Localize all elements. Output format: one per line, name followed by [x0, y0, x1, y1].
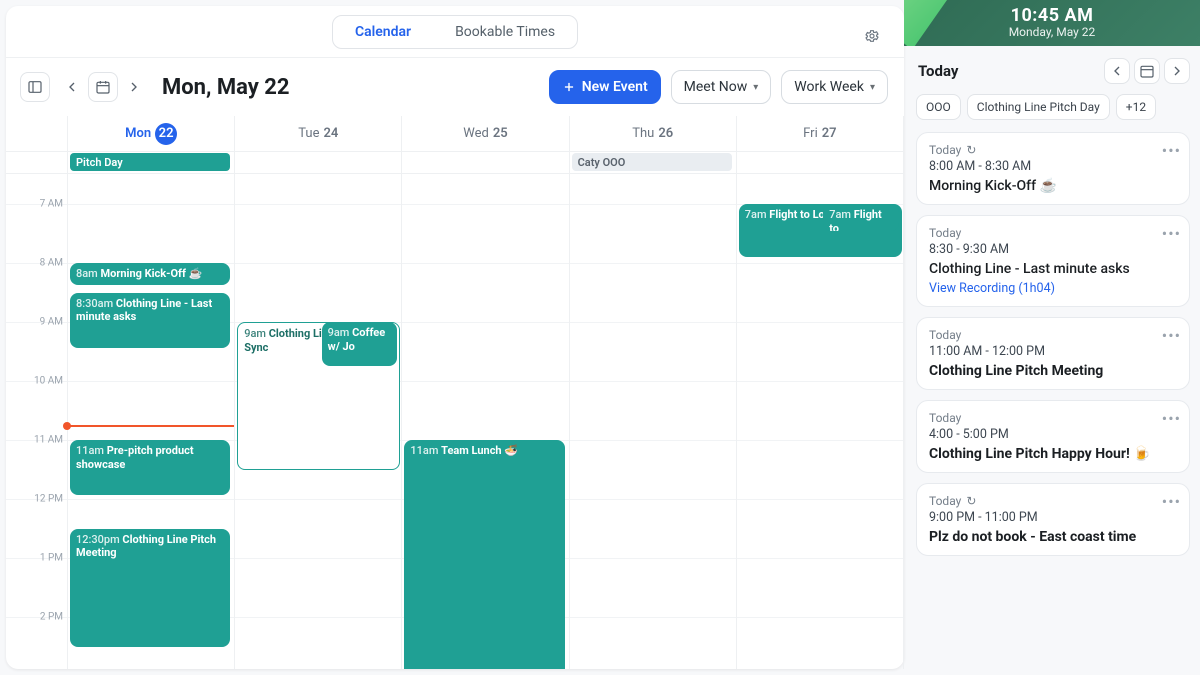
agenda-card[interactable]: •••Today 8:30 - 9:30 AM Clothing Line - La… [916, 215, 1190, 307]
card-title: Plz do not book - East coast time [929, 529, 1177, 545]
calendar-event[interactable]: 12:30pm Clothing Line Pitch Meeting [70, 529, 230, 647]
agenda-card[interactable]: •••Today ↻ 8:00 AM - 8:30 AM Morning Kick-… [916, 132, 1190, 205]
day-header[interactable]: Tue 24 [235, 116, 401, 152]
recurring-icon: ↻ [966, 143, 976, 157]
card-time: 9:00 PM - 11:00 PM [929, 510, 1177, 525]
more-icon[interactable]: ••• [1162, 326, 1181, 345]
sidebar-prev-icon[interactable] [1104, 58, 1130, 84]
card-label: Today [929, 411, 1177, 425]
tag-chips: OOOClothing Line Pitch Day+12 [916, 94, 1190, 120]
date-picker-icon[interactable] [88, 72, 118, 102]
card-title: Clothing Line Pitch Meeting [929, 363, 1177, 379]
tag-chip[interactable]: +12 [1116, 94, 1156, 120]
card-label: Today ↻ [929, 143, 1177, 157]
agenda-card[interactable]: •••Today 11:00 AM - 12:00 PM Clothing Line… [916, 317, 1190, 390]
next-icon[interactable] [122, 72, 146, 102]
clock-date: Monday, May 22 [1009, 25, 1096, 39]
allday-row [402, 152, 568, 174]
prev-icon[interactable] [60, 72, 84, 102]
card-time: 11:00 AM - 12:00 PM [929, 344, 1177, 359]
agenda-card[interactable]: •••Today 4:00 - 5:00 PM Clothing Line Pitc… [916, 400, 1190, 473]
allday-row: Pitch Day [68, 152, 234, 174]
meet-now-button[interactable]: Meet Now ▾ [671, 70, 772, 104]
sidebar-title: Today [918, 62, 1098, 80]
more-icon[interactable]: ••• [1162, 492, 1181, 511]
calendar-event[interactable]: 7am Flight to [823, 204, 899, 231]
hour-label: 7 AM [40, 199, 63, 210]
hour-label: 9 AM [40, 317, 63, 328]
sidebar-next-icon[interactable] [1164, 58, 1190, 84]
allday-event[interactable]: Pitch Day [70, 153, 230, 171]
view-selector-button[interactable]: Work Week ▾ [781, 70, 888, 104]
tag-chip[interactable]: OOO [916, 94, 961, 120]
hour-label: 2 PM [40, 612, 63, 623]
tag-chip[interactable]: Clothing Line Pitch Day [967, 94, 1110, 120]
card-title: Clothing Line - Last minute asks [929, 261, 1177, 277]
calendar-event[interactable]: 11am Team Lunch 🍜 [404, 440, 564, 669]
day-column[interactable]: Thu 26Caty OOO [570, 116, 737, 669]
day-header[interactable]: Mon 22 [68, 116, 234, 152]
chevron-down-icon: ▾ [753, 82, 758, 93]
view-label: Work Week [794, 79, 864, 95]
calendar-event[interactable]: 8am Morning Kick-Off ☕ [70, 263, 230, 285]
calendar-grid: 7 AM 8 AM 9 AM 10 AM 11 AM 12 PM 1 PM 2 PM Mon … [6, 116, 904, 669]
allday-event[interactable]: Caty OOO [572, 153, 732, 171]
agenda-card[interactable]: •••Today ↻ 9:00 PM - 11:00 PM Plz do not b… [916, 483, 1190, 556]
calendar-event[interactable]: 11am Pre-pitch product showcase [70, 440, 230, 495]
new-event-button[interactable]: New Event [549, 70, 661, 104]
hour-label: 11 AM [34, 435, 63, 446]
meet-now-label: Meet Now [684, 79, 748, 95]
hour-label: 1 PM [40, 553, 63, 564]
day-column[interactable]: Fri 277am Flight to Los Angeles7am Fligh… [737, 116, 904, 669]
hour-label: 8 AM [40, 258, 63, 269]
card-time: 4:00 - 5:00 PM [929, 427, 1177, 442]
chevron-down-icon: ▾ [870, 82, 875, 93]
clock-banner: 10:45 AM Monday, May 22 [904, 0, 1200, 46]
calendar-event[interactable]: 8:30am Clothing Line - Last minute asks [70, 293, 230, 348]
tab-calendar[interactable]: Calendar [333, 16, 433, 48]
card-title: Morning Kick-Off ☕ [929, 178, 1177, 194]
sidebar-toggle-icon[interactable] [20, 72, 50, 102]
more-icon[interactable]: ••• [1162, 141, 1181, 160]
card-label: Today [929, 226, 1177, 240]
recurring-icon: ↻ [966, 494, 976, 508]
card-time: 8:30 - 9:30 AM [929, 242, 1177, 257]
agenda-sidebar: 10:45 AM Monday, May 22 Today OOOClothin… [904, 0, 1200, 675]
tab-bookable[interactable]: Bookable Times [433, 16, 577, 48]
time-gutter: 7 AM 8 AM 9 AM 10 AM 11 AM 12 PM 1 PM 2 PM [6, 116, 68, 669]
day-column[interactable]: Tue 249am Clothing Line Design Sync9am C… [235, 116, 402, 669]
more-icon[interactable]: ••• [1162, 224, 1181, 243]
day-header[interactable]: Wed 25 [402, 116, 568, 152]
gear-icon[interactable] [864, 28, 886, 50]
day-column[interactable]: Mon 22Pitch Day 8am Morning Kick-Off ☕ 8:3… [68, 116, 235, 669]
allday-row [235, 152, 401, 174]
view-tabs: Calendar Bookable Times [6, 6, 904, 58]
card-label: Today ↻ [929, 494, 1177, 508]
card-label: Today [929, 328, 1177, 342]
day-header[interactable]: Thu 26 [570, 116, 736, 152]
tab-switcher: Calendar Bookable Times [332, 15, 578, 49]
day-header[interactable]: Fri 27 [737, 116, 903, 152]
sidebar-calendar-icon[interactable] [1134, 58, 1160, 84]
hour-label: 10 AM [34, 376, 63, 387]
card-title: Clothing Line Pitch Happy Hour! 🍺 [929, 446, 1177, 462]
allday-row [737, 152, 903, 174]
new-event-label: New Event [582, 79, 648, 95]
recording-link[interactable]: View Recording (1h04) [929, 281, 1177, 296]
day-column[interactable]: Wed 25 11am Team Lunch 🍜 [402, 116, 569, 669]
hour-label: 12 PM [34, 494, 63, 505]
page-title: Mon, May 22 [162, 75, 290, 100]
calendar-toolbar: Mon, May 22 New Event Meet Now ▾ Work Wee… [6, 58, 904, 116]
card-time: 8:00 AM - 8:30 AM [929, 159, 1177, 174]
calendar-event[interactable]: 9am Coffee w/ Jo [322, 322, 398, 366]
allday-row: Caty OOO [570, 152, 736, 174]
clock-time: 10:45 AM [1011, 7, 1094, 25]
more-icon[interactable]: ••• [1162, 409, 1181, 428]
now-indicator [68, 425, 234, 427]
